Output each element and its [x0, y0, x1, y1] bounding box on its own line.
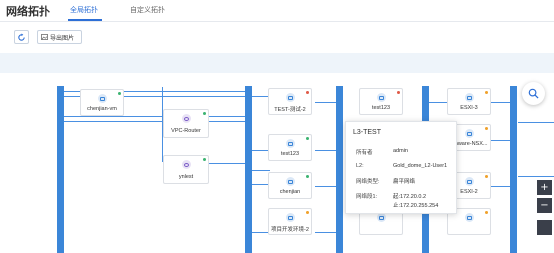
link-line: [518, 122, 554, 123]
link-line: [315, 150, 337, 151]
link-line: [490, 140, 510, 141]
link-line: [490, 102, 510, 103]
node-label: ESXI-3: [460, 105, 478, 111]
vm-icon: [464, 129, 474, 138]
status-dot: [306, 175, 309, 178]
link-line: [315, 102, 337, 103]
export-image-label: 导出图片: [50, 35, 75, 42]
node-chenjian-vm[interactable]: chenjian-vm: [80, 89, 124, 116]
popup-title: L3-TEST: [353, 129, 382, 136]
popup-value: 扁平网络: [393, 179, 416, 185]
zoom-in-button[interactable]: +: [537, 180, 552, 195]
info-band: [0, 53, 554, 73]
network-info-popup: L3-TEST 所有者 admin L2: Gold_dome_L2-User1…: [345, 121, 457, 214]
popup-value: Gold_dome_L2-User1: [393, 163, 448, 169]
link-line: [250, 150, 270, 151]
link-line: [205, 163, 247, 164]
status-dot: [118, 92, 121, 95]
status-dot: [306, 137, 309, 140]
popup-key: 网络类型:: [356, 179, 380, 185]
switch-bar[interactable]: [57, 86, 64, 253]
top-bar: 网络拓扑 全局拓扑 自定义拓扑: [0, 0, 554, 22]
link-line: [250, 96, 270, 97]
link-line: [518, 176, 554, 177]
export-image-button[interactable]: 导出图片: [37, 30, 82, 44]
node-chenjian[interactable]: chenjian: [268, 172, 312, 199]
status-dot: [203, 158, 206, 161]
tab-custom-topology[interactable]: 自定义拓扑: [130, 5, 165, 15]
node-label: chenjian-vm: [87, 106, 117, 112]
link-line: [250, 170, 270, 171]
refresh-button[interactable]: [14, 30, 29, 44]
popup-value: 止:172.20.255.254: [393, 203, 439, 209]
popup-key: 网络段1:: [356, 194, 378, 200]
vm-icon: [376, 213, 386, 222]
tab-global-topology[interactable]: 全局拓扑: [70, 5, 98, 15]
link-line: [62, 116, 247, 117]
status-dot: [485, 127, 488, 130]
vm-icon: [376, 93, 386, 102]
router-icon: [181, 114, 191, 123]
status-dot: [485, 91, 488, 94]
node-label: test123: [280, 151, 300, 157]
node-label: chenjian: [279, 189, 301, 195]
switch-bar[interactable]: [245, 86, 252, 253]
link-line: [315, 186, 337, 187]
vm-icon: [285, 93, 295, 102]
status-dot: [485, 211, 488, 214]
image-export-icon: [41, 34, 48, 40]
node-label: VPC-Router: [171, 128, 201, 134]
toolbar: [0, 23, 554, 53]
popup-key: L2:: [356, 163, 364, 169]
vm-icon: [464, 177, 474, 186]
link-line: [315, 232, 337, 233]
status-dot: [485, 175, 488, 178]
vm-icon: [285, 213, 295, 222]
node-dev-env-2[interactable]: 项目开发环境-2: [268, 208, 312, 235]
page-title: 网络拓扑: [6, 6, 50, 18]
node-label: ynlest: [178, 174, 194, 180]
popup-key: 所有者: [356, 150, 373, 156]
active-tab-indicator: [68, 19, 102, 21]
router-icon: [181, 160, 191, 169]
node-esxi-3[interactable]: ESXI-3: [447, 88, 491, 115]
node-label: 项目开发环境-2: [271, 227, 309, 233]
status-dot: [306, 91, 309, 94]
node-test-2[interactable]: TEST-测试-2: [268, 88, 312, 115]
node-test123[interactable]: test123: [359, 88, 403, 115]
link-line: [490, 186, 510, 187]
zoom-out-button[interactable]: −: [537, 198, 552, 213]
link-line: [250, 232, 270, 233]
vm-icon: [285, 177, 295, 186]
search-button[interactable]: [522, 82, 545, 105]
node-label: test123: [371, 105, 391, 111]
node-test123[interactable]: test123: [268, 134, 312, 161]
status-dot: [397, 91, 400, 94]
vm-icon: [97, 94, 107, 103]
vm-icon: [464, 213, 474, 222]
vm-icon: [285, 139, 295, 148]
node-vpc-router[interactable]: VPC-Router: [163, 109, 209, 138]
popup-value: admin: [393, 148, 408, 154]
vm-icon: [464, 93, 474, 102]
fit-view-button[interactable]: [537, 220, 552, 235]
node-ynlest[interactable]: ynlest: [163, 155, 209, 184]
status-dot: [203, 112, 206, 115]
refresh-icon: [18, 32, 25, 41]
node-label: TEST-测试-2: [274, 107, 306, 113]
switch-bar[interactable]: [336, 86, 343, 253]
search-icon: [528, 88, 539, 99]
switch-bar[interactable]: [510, 86, 517, 253]
link-line: [62, 121, 247, 122]
popup-value: 起:172.20.0.2: [393, 194, 427, 200]
link-line: [250, 184, 270, 185]
status-dot: [306, 211, 309, 214]
